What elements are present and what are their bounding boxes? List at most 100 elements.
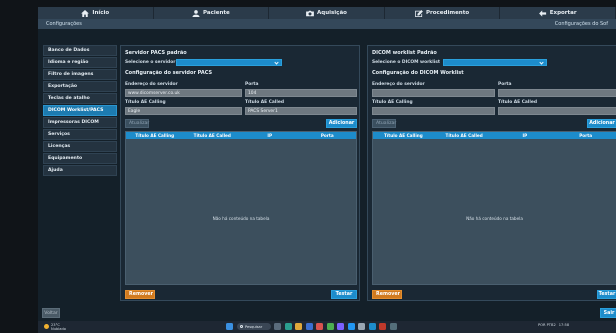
worklist-called-field[interactable]: [498, 107, 616, 115]
sidebar-item-label: Banco de Dados: [48, 48, 90, 54]
sidebar-item-image-filter[interactable]: Filtro de imagens: [43, 68, 117, 81]
sidebar-item-language[interactable]: Idioma e região: [43, 56, 117, 69]
exit-button[interactable]: Sair: [600, 308, 616, 318]
field-value: Eagle: [128, 108, 141, 114]
edit-icon: [415, 9, 423, 17]
pacs-update-button[interactable]: Atualizar: [125, 119, 149, 128]
sidebar-item-label: Equipamento: [48, 156, 83, 162]
export-icon: [538, 9, 546, 17]
nav-acquisition-label: Aquisição: [317, 10, 347, 16]
nav-home-button[interactable]: Início: [38, 7, 154, 19]
column-header[interactable]: Título AE Called: [434, 133, 495, 138]
column-header[interactable]: Título AE Calling: [126, 133, 184, 138]
back-button[interactable]: Voltar: [42, 308, 60, 318]
app-icon[interactable]: [379, 323, 386, 330]
sidebar-item-label: DICOM Worklist/PACS: [48, 108, 104, 114]
app-icon[interactable]: [316, 323, 323, 330]
field-value: PACS Server1: [248, 108, 278, 114]
pacs-calling-field[interactable]: Eagle: [125, 107, 242, 115]
worklist-select[interactable]: [443, 59, 547, 66]
empty-table-message: Não há conteúdo na tabela: [466, 216, 523, 221]
pacs-test-button[interactable]: Testar: [331, 290, 357, 299]
worklist-address-field[interactable]: [372, 89, 495, 97]
app-icon[interactable]: [337, 323, 344, 330]
weather-widget[interactable]: 23°C Nublado: [44, 323, 66, 331]
folder-icon[interactable]: [295, 323, 302, 330]
nav-procedure-button[interactable]: Procedimento: [385, 7, 501, 19]
breadcrumb: Configurações do Sof: [554, 21, 608, 27]
chevron-down-icon: [539, 59, 544, 65]
worklist-test-button[interactable]: Testar: [597, 290, 616, 299]
worklist-title: DICOM worklist Padrão: [372, 50, 437, 56]
column-header[interactable]: IP: [241, 133, 299, 138]
language-indicator[interactable]: POR PTB2: [538, 323, 556, 327]
page-title: Configurações: [46, 21, 82, 27]
pacs-remove-button[interactable]: Remover: [125, 290, 155, 299]
start-icon[interactable]: [226, 323, 233, 330]
pacs-called-field[interactable]: PACS Server1: [245, 107, 357, 115]
sidebar-item-export[interactable]: Exportação: [43, 80, 117, 93]
column-header[interactable]: IP: [495, 133, 556, 138]
worklist-config-title: Configuração do DICOM Worklist: [372, 70, 464, 76]
worklist-select-label: Selecione o DICOM worklist: [372, 60, 440, 65]
sidebar-item-label: Teclas de atalho: [48, 96, 90, 102]
sidebar-item-equipment[interactable]: Equipamento: [43, 152, 117, 165]
taskbar-search[interactable]: Pesquisar: [236, 323, 271, 330]
pacs-table[interactable]: Título AE Calling Título AE Called IP Po…: [125, 131, 357, 285]
store-icon[interactable]: [305, 323, 313, 330]
sidebar-item-label: Idioma e região: [48, 60, 89, 66]
pacs-port-field[interactable]: 104: [245, 89, 357, 97]
sidebar-item-dicom-worklist-pacs[interactable]: DICOM Worklist/PACS: [43, 104, 117, 117]
sidebar-item-label: Filtro de imagens: [48, 72, 94, 78]
search-icon: [239, 324, 243, 329]
column-header[interactable]: Porta: [299, 133, 357, 138]
pacs-panel: Servidor PACS padrão Selecione o servido…: [120, 45, 360, 301]
worklist-add-button[interactable]: Adicionar: [587, 119, 616, 128]
worklist-remove-button[interactable]: Remover: [372, 290, 402, 299]
chevron-down-icon: [274, 59, 279, 65]
column-header[interactable]: Título AE Called: [184, 133, 242, 138]
sidebar-item-dicom-printers[interactable]: Impressoras DICOM: [43, 116, 117, 129]
chrome-icon[interactable]: [326, 323, 334, 330]
clock-time[interactable]: 17:58: [559, 323, 569, 327]
app-icon[interactable]: [347, 323, 355, 330]
app-icon[interactable]: [389, 323, 397, 330]
nav-patient-label: Paciente: [203, 10, 230, 16]
sidebar-item-help[interactable]: Ajuda: [43, 164, 117, 177]
worklist-calling-field[interactable]: [372, 107, 495, 115]
sidebar-item-services[interactable]: Serviços: [43, 128, 117, 141]
nav-home-label: Início: [92, 10, 110, 16]
worklist-panel: DICOM worklist Padrão Selecione o DICOM …: [367, 45, 616, 301]
sidebar-item-database[interactable]: Banco de Dados: [43, 45, 117, 57]
pacs-address-label: Endereço do servidor: [125, 82, 178, 87]
worklist-update-button[interactable]: Atualizar: [372, 119, 396, 128]
top-navigation: Início Paciente Aquisição Procedimento E…: [38, 7, 616, 19]
camera-icon: [306, 10, 314, 16]
settings-icon[interactable]: [358, 323, 365, 330]
nav-export-button[interactable]: Exportar: [500, 7, 616, 19]
app-icon[interactable]: [368, 323, 376, 330]
column-header[interactable]: Porta: [555, 133, 616, 138]
empty-table-message: Não há conteúdo na tabela: [212, 216, 270, 221]
column-header[interactable]: Título AE Calling: [373, 133, 434, 138]
person-icon: [192, 9, 200, 17]
nav-patient-button[interactable]: Paciente: [154, 7, 270, 19]
sidebar-item-licenses[interactable]: Licenças: [43, 140, 117, 153]
sidebar-item-shortcuts[interactable]: Teclas de atalho: [43, 92, 117, 105]
table-header: Título AE Calling Título AE Called IP Po…: [126, 132, 356, 139]
pacs-title: Servidor PACS padrão: [125, 50, 187, 56]
worklist-port-field[interactable]: [498, 89, 616, 97]
worklist-port-label: Porta: [498, 82, 512, 87]
worklist-table[interactable]: Título AE Calling Título AE Called IP Po…: [372, 131, 616, 285]
home-icon: [81, 9, 90, 17]
edge-icon[interactable]: [284, 323, 292, 330]
section-header: Configurações Configurações do Sof: [38, 19, 616, 29]
pacs-address-field[interactable]: www.dicomserver.co.uk: [125, 89, 242, 97]
pacs-add-button[interactable]: Adicionar: [326, 119, 357, 128]
task-view-icon[interactable]: [274, 323, 281, 330]
nav-acquisition-button[interactable]: Aquisição: [269, 7, 385, 19]
os-taskbar: 23°C Nublado Pesquisar POR PTB2 17:58: [38, 321, 616, 333]
pacs-server-select[interactable]: [176, 59, 282, 66]
system-tray[interactable]: POR PTB2 17:58: [538, 323, 569, 327]
app-screen: Início Paciente Aquisição Procedimento E…: [38, 7, 616, 333]
